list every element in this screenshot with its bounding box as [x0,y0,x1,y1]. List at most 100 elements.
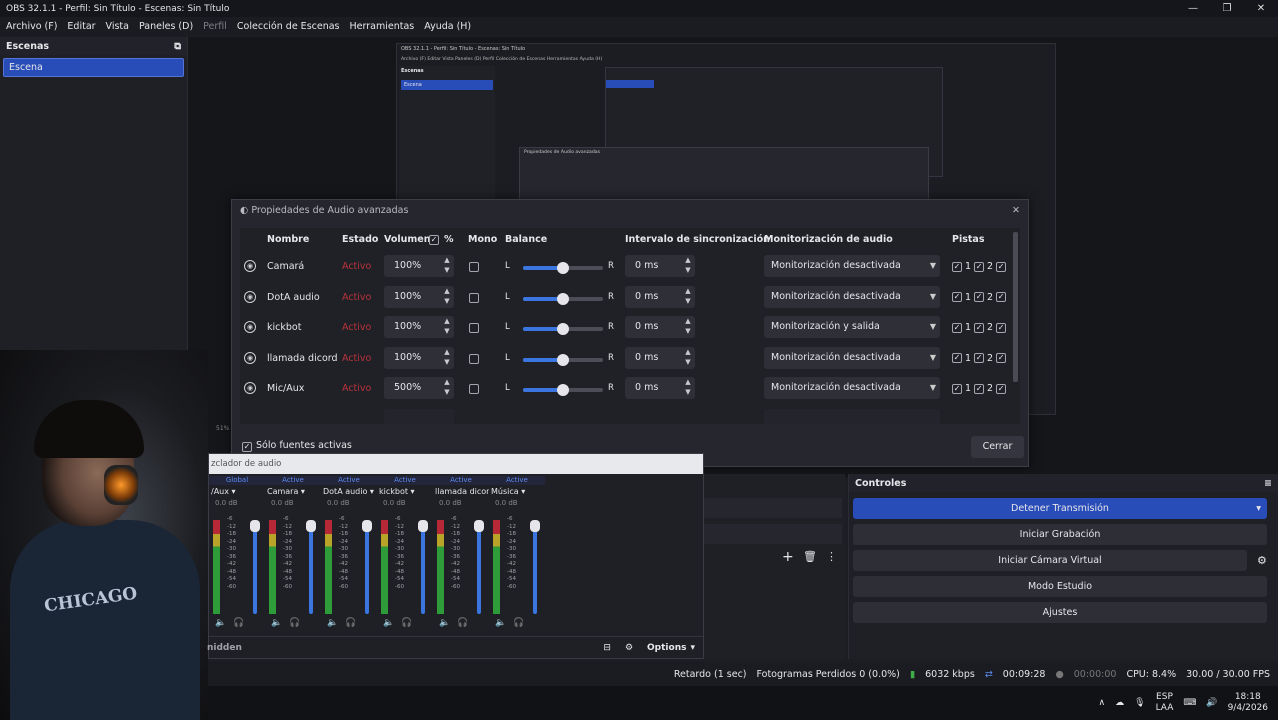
stream-dropdown-icon[interactable]: ▾ [1256,498,1261,519]
monitoring-select[interactable]: Monitorización desactivada ▼ [764,346,940,369]
headphone-icon[interactable]: 🎧 [457,618,468,628]
volume-fader[interactable] [530,520,540,614]
volume-input[interactable]: 100% ▲ ▼ [384,285,454,308]
mono-checkbox[interactable] [469,353,479,364]
balance-slider[interactable] [523,292,603,305]
balance-slider[interactable] [523,262,603,274]
channel-name[interactable]: DotA audio ▾ [321,485,377,499]
settings-button[interactable]: Ajustes [853,602,1267,623]
channel-name[interactable]: Música ▾ [489,485,545,499]
track-2-checkbox[interactable]: ✓ [974,292,985,302]
fader-handle[interactable] [474,520,484,532]
gear-icon[interactable]: ⚙ [1257,554,1267,567]
mute-icon[interactable]: 🔈 [439,618,450,628]
track-3-checkbox[interactable]: ✓ [996,353,1007,363]
menu-archivo[interactable]: Archivo (F) [6,21,57,32]
track-1-checkbox[interactable]: ✓ [952,261,962,272]
close-button[interactable]: ✕ [1244,0,1278,17]
fader-handle[interactable] [362,520,372,532]
sync-offset-input[interactable]: 0 ms ▲ ▼ [625,285,695,308]
channel-name[interactable]: llamada dicord ▾ [433,485,489,499]
only-active-checkbox[interactable]: ✓ [242,442,252,452]
volume-stepper[interactable]: ▲ ▼ [440,255,454,277]
track-3-checkbox[interactable]: ✓ [996,383,1007,394]
monitoring-select[interactable]: Monitorización desactivada ▼ [764,377,940,399]
headphone-icon[interactable]: 🎧 [401,618,412,628]
track-3-checkbox[interactable]: ✓ [996,261,1007,272]
balance-handle[interactable] [557,292,569,305]
volume-input[interactable]: 500% ▲ ▼ [384,377,454,399]
add-icon[interactable]: + [782,549,794,565]
sync-stepper[interactable]: ▲ ▼ [681,377,695,399]
mute-icon[interactable]: 🔈 [271,618,282,628]
language-indicator[interactable]: ESP LAA [1156,692,1174,714]
trash-icon[interactable]: 🗑 [803,550,817,563]
fader-handle[interactable] [306,520,316,532]
balance-handle[interactable] [557,353,569,366]
volume-fader[interactable] [362,520,372,614]
minimize-button[interactable]: — [1176,0,1210,17]
sync-offset-input[interactable]: 0 ms ▲ ▼ [625,346,695,369]
cloud-icon[interactable]: ☁ [1115,698,1124,708]
balance-handle[interactable] [557,323,569,335]
balance-slider[interactable] [523,323,603,335]
studio-mode-button[interactable]: Modo Estudio [853,576,1267,597]
sync-offset-input[interactable]: 0 ms ▲ ▼ [625,377,695,399]
track-2-checkbox[interactable]: ✓ [974,383,985,394]
source-row-2[interactable] [704,524,842,544]
menu-herramientas[interactable]: Herramientas [350,21,415,32]
channel-name[interactable]: Camara ▾ [265,485,321,499]
menu-editar[interactable]: Editar [67,21,95,32]
channel-name[interactable]: /Aux ▾ [209,485,265,499]
headphone-icon[interactable]: 🎧 [345,618,356,628]
layout-icon[interactable]: ⊟ [603,643,611,653]
volume-stepper[interactable]: ▲ ▼ [440,377,454,399]
volume-stepper[interactable]: ▲ ▼ [440,286,454,308]
scene-item-escena[interactable]: Escena [3,58,184,77]
menu-coleccion-escenas[interactable]: Colección de Escenas [237,21,340,32]
headphone-icon[interactable]: 🎧 [233,618,244,628]
network-icon[interactable]: ⌨ [1183,698,1196,708]
fader-handle[interactable] [418,520,428,532]
start-recording-button[interactable]: Iniciar Grabación [853,524,1267,545]
volume-input[interactable]: 100% ▲ ▼ [384,255,454,277]
start-virtual-camera-button[interactable]: Iniciar Cámara Virtual [853,550,1247,571]
mute-icon[interactable]: 🔈 [383,618,394,628]
options-button[interactable]: Options [647,643,686,653]
dialog-close-icon[interactable]: ✕ [1012,205,1020,216]
chevron-down-icon[interactable]: ▾ [690,643,695,653]
monitoring-select[interactable]: Monitorización desactivada ▼ [764,255,940,277]
cerrar-button[interactable]: Cerrar [971,436,1024,458]
balance-slider[interactable] [523,384,603,396]
fader-handle[interactable] [530,520,540,532]
balance-handle[interactable] [557,262,569,274]
track-1-checkbox[interactable]: ✓ [952,322,962,333]
monitoring-select[interactable]: Monitorización y salida ▼ [764,316,940,338]
fader-handle[interactable] [250,520,260,532]
mono-checkbox[interactable] [469,292,479,303]
stop-stream-button[interactable]: Detener Transmisión ▾ [853,498,1267,519]
sync-stepper[interactable]: ▲ ▼ [681,286,695,308]
headphone-icon[interactable]: 🎧 [513,618,524,628]
sync-offset-input[interactable]: 0 ms ▲ ▼ [625,316,695,338]
mono-checkbox[interactable] [469,323,479,333]
track-2-checkbox[interactable]: ✓ [974,353,985,363]
mute-icon[interactable]: 🔈 [495,618,506,628]
advanced-settings-icon[interactable]: ⚙ [625,643,633,653]
clock[interactable]: 18:18 9/4/2026 [1228,692,1268,714]
volume-fader[interactable] [306,520,316,614]
source-row-1[interactable] [704,498,842,518]
volume-stepper[interactable]: ▲ ▼ [440,347,454,369]
headphone-icon[interactable]: 🎧 [289,618,300,628]
table-scrollbar[interactable] [1013,232,1018,382]
sync-stepper[interactable]: ▲ ▼ [681,316,695,338]
volume-stepper[interactable]: ▲ ▼ [440,316,454,338]
volume-fader[interactable] [250,520,260,614]
monitoring-select[interactable]: Monitorización desactivada ▼ [764,285,940,308]
tray-chevron-icon[interactable]: ∧ [1099,698,1106,708]
balance-handle[interactable] [557,384,569,396]
menu-ayuda[interactable]: Ayuda (H) [424,21,471,32]
mute-icon[interactable]: 🔈 [215,618,226,628]
mono-checkbox[interactable] [469,384,479,394]
volume-fader[interactable] [418,520,428,614]
